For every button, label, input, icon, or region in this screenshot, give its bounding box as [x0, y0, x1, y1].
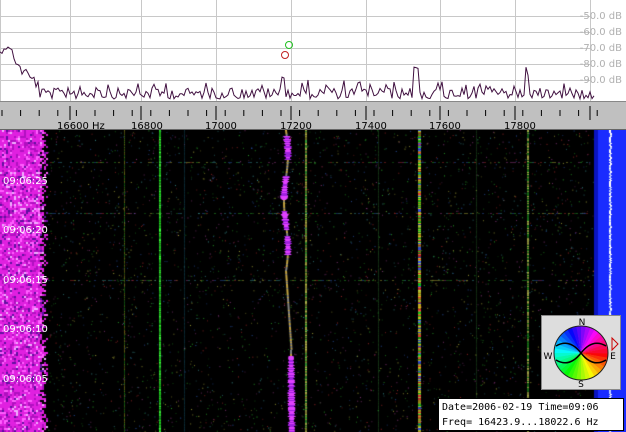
waterfall-canvas: [0, 130, 626, 432]
db-label-70: -70.0 dB: [579, 43, 622, 54]
compass-s: S: [578, 380, 584, 389]
compass-w: W: [544, 352, 553, 362]
bearing-marker-icon: [611, 336, 619, 352]
db-label-60: -60.0 dB: [579, 27, 622, 38]
time-label-0910: 09:06:10: [3, 324, 48, 335]
frequency-axis[interactable]: 16600 Hz 16800 17000 17200 17400 17600 1…: [0, 101, 626, 132]
date-time-line: Date=2006-02-19 Time=09:06: [442, 402, 599, 413]
time-label-0925: 09:06:25: [3, 176, 48, 187]
compass-e: E: [610, 352, 616, 362]
time-label-0905: 09:06:05: [3, 374, 48, 385]
db-label-80: -80.0 dB: [579, 59, 622, 70]
compass-icon: N S E W: [544, 318, 619, 390]
time-label-0920: 09:06:20: [3, 225, 48, 236]
time-label-0915: 09:06:15: [3, 275, 48, 286]
frequency-range-line: Freq= 16423.9...18022.6 Hz: [442, 417, 599, 428]
direction-compass: N S E W: [541, 315, 621, 390]
db-label-50: -50.0 dB: [579, 11, 622, 22]
compass-n: N: [579, 318, 586, 328]
spectrum-plot[interactable]: -50.0 dB -60.0 dB -70.0 dB -80.0 dB -90.…: [0, 0, 626, 101]
waterfall-display[interactable]: 09:06:25 09:06:20 09:06:15 09:06:10 09:0…: [0, 130, 626, 432]
spectrum-graph: [0, 0, 595, 101]
db-label-90: -90.0 dB: [579, 75, 622, 86]
info-panel: Date=2006-02-19 Time=09:06 Freq= 16423.9…: [438, 398, 624, 431]
